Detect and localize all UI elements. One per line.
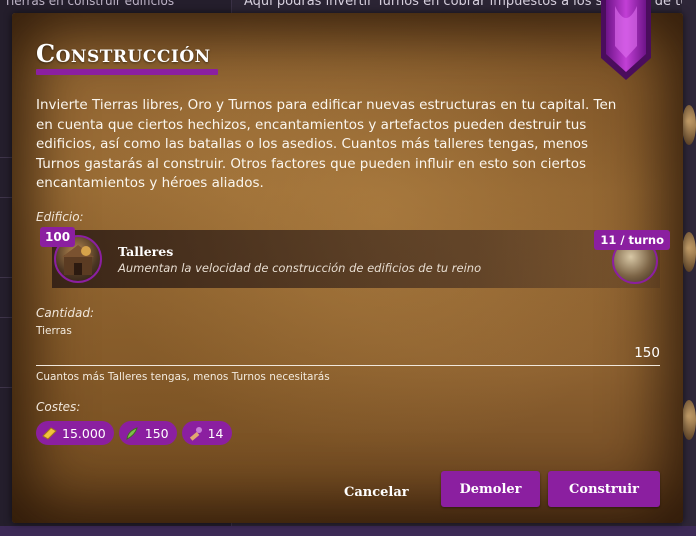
cancel-button[interactable]: Cancelar [344,479,409,505]
background-text: Tierras en construir edificios [4,0,175,8]
background-right-panel [682,0,696,536]
cost-turns-value: 14 [207,425,224,441]
background-thumbnail [682,105,696,145]
rate-badge: 11 / turno [594,230,670,250]
title-underline [36,69,218,75]
cost-gold-value: 15.000 [62,425,106,441]
demolish-button[interactable]: Demoler [441,471,540,507]
quantity-sublabel: Tierras [36,325,72,337]
background-sidebar-item [0,158,12,198]
building-count-badge: 100 [40,227,76,247]
banner-icon [601,0,651,80]
background-thumbnail [682,400,696,440]
quantity-label: Cantidad: [36,306,95,320]
cost-land: 150 [118,421,177,445]
cost-land-value: 150 [144,425,169,441]
gold-icon [42,426,57,440]
quantity-input[interactable] [36,340,660,366]
land-icon [126,426,138,440]
building-description: Aumentan la velocidad de construcción de… [118,261,482,275]
quantity-hint: Cuantos más Talleres tengas, menos Turno… [36,371,330,383]
costs-label: Costes: [36,400,81,414]
background-sidebar-item [0,278,12,318]
building-selector[interactable]: 100 Talleres Aumentan la velocidad de co… [40,227,670,288]
modal-description: Invierte Tierras libres, Oro y Turnos pa… [36,97,617,191]
modal-title: Construcción [36,39,211,68]
cost-gold: 15.000 [36,421,114,445]
background-strip [0,526,696,536]
build-button[interactable]: Construir [548,471,660,507]
background-sidebar-item [0,118,12,158]
cost-turns: 14 [181,421,232,445]
building-label: Edificio: [36,210,84,224]
background-sidebar-item [0,238,12,278]
background-sidebar-item [0,348,12,388]
turns-icon [189,426,202,441]
background-thumbnail [682,232,696,272]
construction-modal: Construcción Invierte Tierras libres, Or… [12,0,683,523]
costs-list: 15.000 150 14 [36,421,232,445]
building-name: Talleres [118,244,174,259]
